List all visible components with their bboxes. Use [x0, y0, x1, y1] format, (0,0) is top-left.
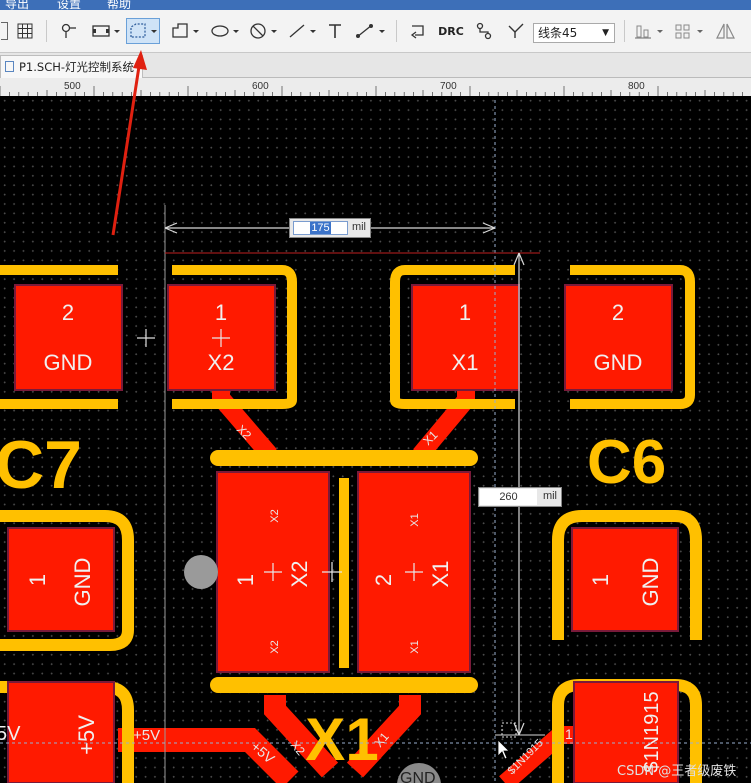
via-marker[interactable] [184, 555, 218, 589]
pad-net-label: X1 [428, 561, 453, 588]
pad-number: 1 [588, 574, 613, 586]
component-c7[interactable]: 2 GND C7 1 GND +5V 5V [0, 265, 134, 783]
pad-number: 1 [215, 300, 227, 325]
trace-label-plus5v: +5V [133, 727, 160, 744]
trace-x2[interactable] [212, 385, 277, 461]
pad-net-label: X2 [208, 350, 235, 375]
designator-c7: C7 [0, 427, 82, 503]
height-value-field[interactable]: 260 [480, 489, 537, 505]
height-dimension-input[interactable]: 260 mil [478, 487, 562, 507]
pad-net-label: +5V [74, 715, 99, 755]
pad-net-label: X1 [452, 350, 479, 375]
watermark: CSDN @王者级废铁 [617, 764, 737, 779]
red-annotation-arrow [111, 50, 147, 236]
component-c6[interactable]: 2 GND C6 1 GND $1N1915 [552, 265, 702, 783]
designator-c6: C6 [587, 428, 666, 497]
pad-net-label: 5V [0, 723, 21, 745]
mouse-cursor-icon [497, 739, 510, 760]
designator-x1: X1 [305, 706, 378, 773]
pad-number: 2 [371, 574, 396, 586]
pad-number: 2 [62, 300, 74, 325]
width-value-field[interactable]: 175 [293, 221, 348, 235]
pad-number: 1 [233, 574, 258, 586]
pcb-drawing: X2 X1 +5V +5V X2 X1 $1N1915 1N1915 2 GND… [0, 50, 751, 783]
pad-number: 1 [25, 574, 50, 586]
pad-net-label: X2 [287, 561, 312, 588]
pad-small-label: X1 [409, 640, 421, 653]
component-x1-small-right[interactable]: 1 X1 [390, 265, 520, 409]
pad-net-label: GND [70, 558, 95, 607]
via-net-label: GND [400, 770, 436, 783]
pad-net-label: GND [44, 350, 93, 375]
component-x1-small-left[interactable]: 1 X2 [167, 265, 297, 409]
pad-small-label: X2 [269, 640, 281, 653]
pad-c7-1[interactable] [7, 527, 115, 632]
pad-number: 2 [612, 300, 624, 325]
pad-small-label: X2 [269, 509, 281, 522]
pad-number: 1 [459, 300, 471, 325]
pad-net-label: GND [638, 558, 663, 607]
cursor-crosshair [137, 329, 155, 347]
pad-net-label: GND [594, 350, 643, 375]
width-dimension-input[interactable]: 175 mil [289, 218, 371, 238]
unit-label: mil [542, 490, 557, 502]
pad-small-label: X1 [409, 513, 421, 526]
component-x1-crystal[interactable]: 1 X2 X2 X2 2 X1 X1 X1 X1 [210, 450, 478, 773]
unit-label: mil [351, 221, 366, 233]
